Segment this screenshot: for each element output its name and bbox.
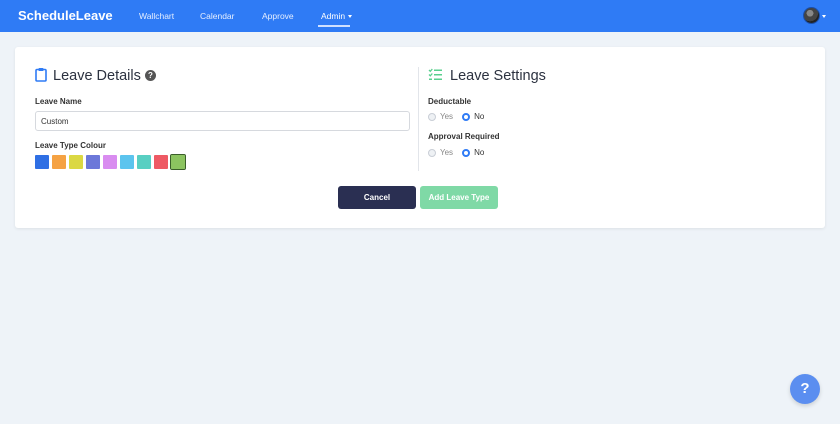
brand-logo[interactable]: ScheduleLeave — [18, 8, 113, 23]
add-leave-type-button[interactable]: Add Leave Type — [420, 186, 498, 209]
leave-details-title: Leave Details — [53, 68, 141, 84]
help-button[interactable]: ? — [790, 374, 820, 404]
leave-type-colour-label: Leave Type Colour — [35, 141, 106, 150]
deductable-yes-label[interactable]: Yes — [440, 112, 453, 121]
leave-name-input[interactable] — [35, 111, 410, 131]
nav-item-approve[interactable]: Approve — [262, 11, 294, 21]
colour-swatch-8[interactable] — [170, 154, 186, 170]
clipboard-icon — [35, 68, 47, 82]
deductable-radio-group: Yes No — [428, 112, 493, 121]
nav-item-admin[interactable]: Admin — [321, 11, 353, 21]
colour-swatch-3[interactable] — [86, 155, 100, 169]
colour-swatch-0[interactable] — [35, 155, 49, 169]
leave-name-label: Leave Name — [35, 97, 82, 106]
cancel-button[interactable]: Cancel — [338, 186, 416, 209]
nav-item-wallchart[interactable]: Wallchart — [139, 11, 174, 21]
colour-swatch-7[interactable] — [154, 155, 168, 169]
approval-no-radio[interactable] — [462, 148, 471, 157]
checklist-icon — [428, 68, 442, 80]
chevron-down-icon — [348, 15, 353, 19]
top-navbar: ScheduleLeave Wallchart Calendar Approve… — [0, 0, 840, 32]
question-circle-icon[interactable]: ? — [145, 70, 156, 81]
deductable-no-radio[interactable] — [462, 112, 471, 121]
nav-item-calendar[interactable]: Calendar — [200, 11, 235, 21]
nav-item-admin-label: Admin — [321, 11, 346, 21]
colour-swatch-1[interactable] — [52, 155, 66, 169]
approval-required-label: Approval Required — [428, 132, 500, 141]
deductable-label: Deductable — [428, 97, 472, 106]
chevron-down-icon[interactable] — [822, 15, 826, 18]
active-nav-indicator — [318, 25, 350, 27]
deductable-no-label[interactable]: No — [474, 112, 484, 121]
section-divider — [418, 67, 419, 171]
colour-swatch-6[interactable] — [137, 155, 151, 169]
approval-radio-group: Yes No — [428, 148, 493, 157]
colour-swatch-5[interactable] — [120, 155, 134, 169]
approval-yes-label[interactable]: Yes — [440, 148, 453, 157]
deductable-yes-radio[interactable] — [428, 112, 436, 121]
avatar[interactable] — [803, 7, 820, 24]
colour-swatch-4[interactable] — [103, 155, 117, 169]
approval-no-label[interactable]: No — [474, 148, 484, 157]
leave-settings-title: Leave Settings — [450, 68, 546, 84]
approval-yes-radio[interactable] — [428, 148, 436, 157]
colour-swatch-2[interactable] — [69, 155, 83, 169]
